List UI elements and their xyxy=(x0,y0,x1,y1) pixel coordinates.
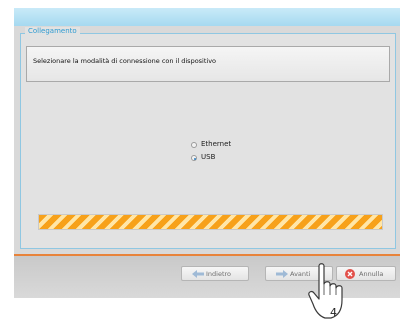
hand-pointer-icon: 4 xyxy=(305,262,361,326)
title-bar xyxy=(14,8,400,26)
back-button[interactable]: Indietro xyxy=(181,266,249,281)
radio-ethernet-label: Ethernet xyxy=(201,140,232,148)
cancel-button-label: Annulla xyxy=(359,270,384,278)
wizard-window: Collegamento Selezionare la modalità di … xyxy=(14,8,400,298)
radio-usb-label: USB xyxy=(201,153,216,161)
group-legend: Collegamento xyxy=(25,27,80,35)
radio-usb-indicator[interactable] xyxy=(191,155,197,161)
connection-group: Collegamento Selezionare la modalità di … xyxy=(20,27,396,249)
arrow-right-icon xyxy=(276,270,288,280)
instruction-box: Selezionare la modalità di connessione c… xyxy=(26,46,390,82)
radio-ethernet-indicator[interactable] xyxy=(191,142,197,148)
arrow-left-icon xyxy=(192,270,204,280)
back-button-label: Indietro xyxy=(206,270,232,278)
progress-bar xyxy=(38,214,383,230)
instruction-text: Selezionare la modalità di connessione c… xyxy=(33,57,217,65)
step-number: 4 xyxy=(330,306,337,319)
